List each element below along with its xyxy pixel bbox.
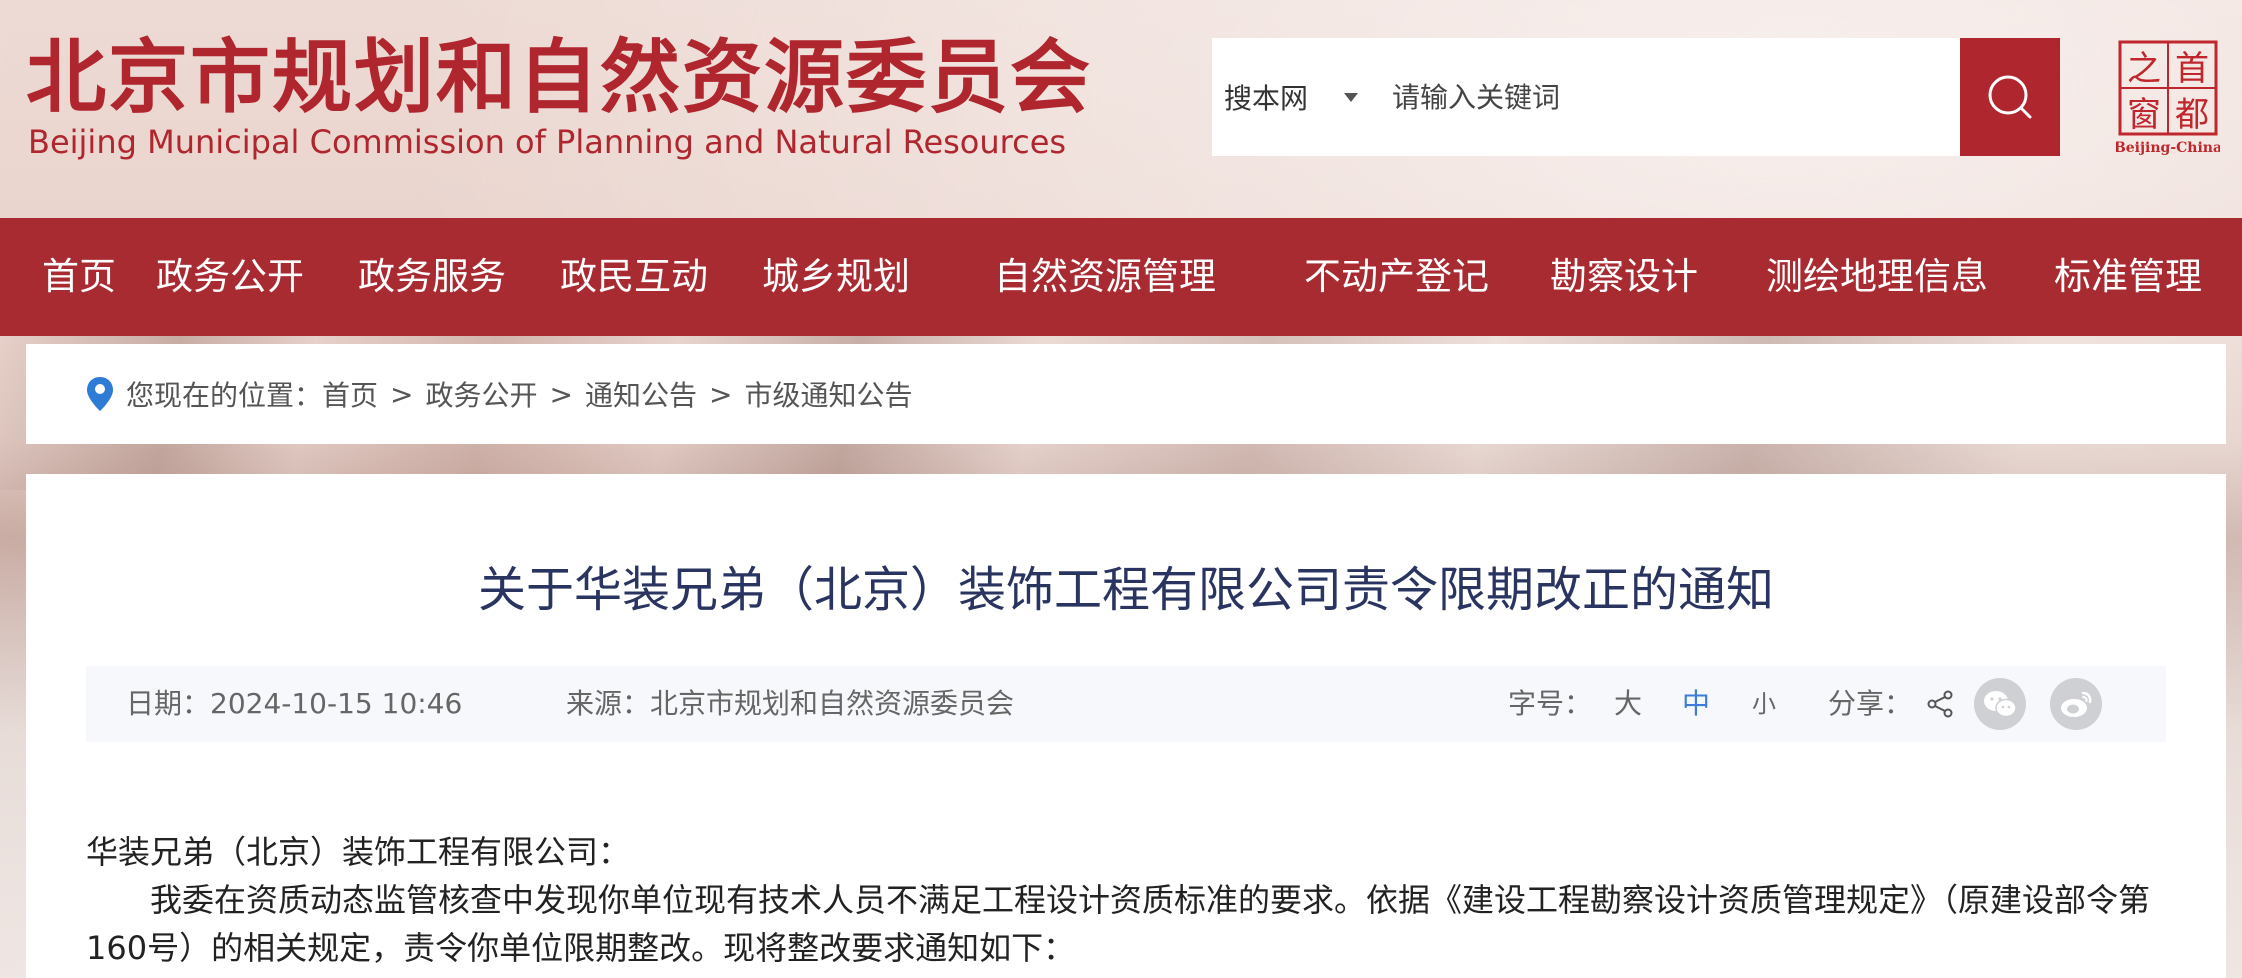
- nav-item-survey-design[interactable]: 勘察设计: [1550, 218, 1698, 336]
- breadcrumb-government-affairs[interactable]: 政务公开: [426, 374, 538, 414]
- share-label: 分享：: [1828, 687, 1913, 720]
- nav-item-standards[interactable]: 标准管理: [2054, 218, 2202, 336]
- chevron-down-icon: [1344, 92, 1358, 102]
- breadcrumb-municipal-notices[interactable]: 市级通知公告: [744, 374, 912, 414]
- breadcrumb: 您现在的位置： 首页 > 政务公开 > 通知公告 > 市级通知公告: [26, 344, 2226, 444]
- svg-text:都: 都: [2175, 95, 2209, 135]
- svg-text:窗: 窗: [2127, 95, 2161, 135]
- site-title-chinese[interactable]: 北京市规划和自然资源委员会: [26, 30, 1092, 126]
- svg-text:Beijing-China: Beijing-China: [2116, 140, 2220, 156]
- nav-item-home[interactable]: 首页: [42, 218, 116, 336]
- search-scope-select[interactable]: 搜本网: [1212, 38, 1382, 156]
- nav-item-government-affairs[interactable]: 政务公开: [156, 218, 304, 336]
- font-size-small-button[interactable]: 小: [1752, 666, 1776, 742]
- svg-text:首: 首: [2175, 49, 2209, 89]
- breadcrumb-prefix: 您现在的位置：: [126, 379, 323, 412]
- nav-item-urban-rural-planning[interactable]: 城乡规划: [762, 218, 910, 336]
- site-header: 北京市规划和自然资源委员会 Beijing Municipal Commissi…: [0, 0, 2242, 218]
- article-title: 关于华装兄弟（北京）装饰工程有限公司责令限期改正的通知: [477, 562, 1774, 618]
- search-scope-label: 搜本网: [1224, 82, 1309, 115]
- article-paragraph-line: 160号）的相关规定，责令你单位限期整改。现将整改要求通知如下：: [86, 929, 1076, 967]
- breadcrumb-notices[interactable]: 通知公告: [585, 374, 697, 414]
- article-container: 关于华装兄弟（北京）装饰工程有限公司责令限期改正的通知 日期：2024-10-1…: [26, 474, 2226, 978]
- capital-window-logo-icon: 之 首 窗 都 Beijing-China: [2114, 40, 2222, 156]
- breadcrumb-separator: >: [390, 377, 414, 411]
- breadcrumb-home[interactable]: 首页: [322, 374, 378, 414]
- article-body: 华装兄弟（北京）装饰工程有限公司： 我委在资质动态监管核查中发现你单位现有技术人…: [86, 828, 2166, 972]
- font-size-large-button[interactable]: 大: [1614, 666, 1642, 742]
- nav-item-natural-resources[interactable]: 自然资源管理: [994, 218, 1216, 336]
- weibo-icon: [2061, 691, 2092, 717]
- site-title-english[interactable]: Beijing Municipal Commission of Planning…: [28, 122, 1066, 162]
- breadcrumb-separator: >: [549, 377, 573, 411]
- search-input[interactable]: [1382, 38, 1960, 156]
- font-size-medium-button[interactable]: 中: [1682, 666, 1710, 742]
- article-source: 来源：北京市规划和自然资源委员会: [566, 687, 1015, 720]
- nav-item-government-services[interactable]: 政务服务: [358, 218, 506, 336]
- location-pin-icon: [87, 377, 113, 411]
- nav-item-real-estate-registration[interactable]: 不动产登记: [1304, 218, 1489, 336]
- article-salutation: 华装兄弟（北京）装饰工程有限公司：: [86, 833, 631, 871]
- article-paragraph-line: 我委在资质动态监管核查中发现你单位现有技术人员不满足工程设计资质标准的要求。依据…: [150, 881, 2151, 919]
- wechat-icon: [1984, 691, 2017, 718]
- svg-text:之: 之: [2127, 49, 2161, 89]
- publish-date: 日期：2024-10-15 10:46: [126, 687, 463, 720]
- breadcrumb-separator: >: [709, 377, 733, 411]
- capital-window-logo[interactable]: 之 首 窗 都 Beijing-China: [2114, 38, 2222, 156]
- share-icon[interactable]: [1926, 690, 1954, 718]
- wechat-share-button[interactable]: [1974, 678, 2026, 730]
- font-size-label: 字号：: [1508, 687, 1593, 720]
- article-meta-bar: 日期：2024-10-15 10:46 来源：北京市规划和自然资源委员会 字号：…: [86, 666, 2166, 742]
- nav-item-interaction[interactable]: 政民互动: [560, 218, 708, 336]
- search-box: 搜本网: [1212, 38, 1960, 156]
- nav-item-surveying-mapping[interactable]: 测绘地理信息: [1766, 218, 1988, 336]
- search-icon: [1988, 75, 2032, 119]
- weibo-share-button[interactable]: [2050, 678, 2102, 730]
- search-button[interactable]: [1960, 38, 2060, 156]
- main-nav: 首页 政务公开 政务服务 政民互动 城乡规划 自然资源管理 不动产登记 勘察设计…: [0, 218, 2242, 336]
